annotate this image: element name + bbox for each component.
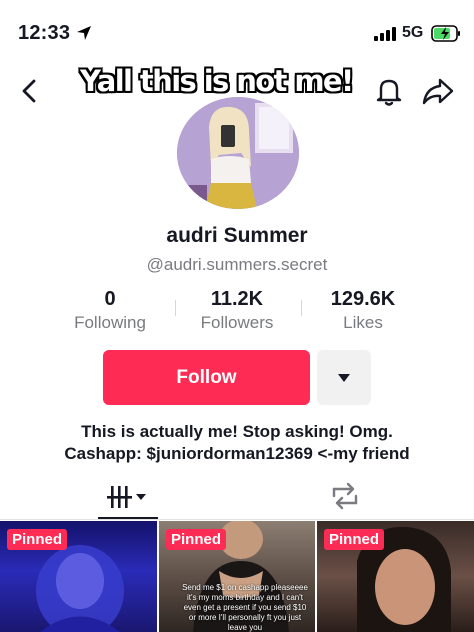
avatar-photo: [177, 97, 299, 209]
network-label: 5G: [402, 24, 424, 41]
more-options-button[interactable]: [317, 350, 371, 405]
location-arrow-icon: [77, 26, 91, 40]
bell-icon[interactable]: [372, 74, 406, 108]
bio-line-2: Cashapp: $juniordorman12369 <-my friend: [64, 444, 410, 463]
cellular-signal-icon: [374, 27, 396, 41]
caret-down-icon: [338, 373, 350, 382]
tabs-divider: [0, 519, 474, 520]
repost-icon[interactable]: [328, 480, 362, 512]
status-bar: 12:33 5G: [0, 0, 474, 64]
tab-videos[interactable]: [98, 476, 158, 518]
stat-value: 0: [104, 288, 116, 310]
video-thumbnail[interactable]: Pinned: [0, 521, 157, 632]
pinned-badge: Pinned: [324, 529, 385, 550]
stat-value: 129.6K: [330, 288, 396, 310]
display-name: audri Summer: [166, 224, 308, 247]
video-thumbnail[interactable]: Pinned Send me $1 on cashapp pleaseeee i…: [159, 521, 315, 632]
stat-divider: [175, 300, 176, 316]
battery-charging-icon: [431, 25, 460, 42]
stat-value: 11.2K: [210, 288, 264, 310]
overlay-caption: Yall this is not me!: [80, 64, 354, 98]
video-thumbnail[interactable]: Pinned: [317, 521, 474, 632]
video-caption: Send me $1 on cashapp pleaseeee it's my …: [182, 583, 308, 632]
follow-button[interactable]: Follow: [103, 350, 310, 405]
bio-line-1: This is actually me! Stop asking! Omg.: [81, 422, 393, 441]
stat-following[interactable]: 0 Following: [50, 288, 170, 333]
back-icon[interactable]: [14, 74, 44, 108]
stat-label: Following: [74, 313, 146, 332]
username: @audri.summers.secret: [146, 255, 328, 274]
share-arrow-icon[interactable]: [420, 74, 456, 108]
stat-label: Followers: [200, 313, 274, 332]
stat-likes[interactable]: 129.6K Likes: [303, 288, 423, 333]
stat-label: Likes: [343, 313, 383, 332]
pinned-badge: Pinned: [166, 529, 227, 550]
pinned-badge: Pinned: [7, 529, 68, 550]
video-grid-icon: [107, 486, 146, 508]
status-time: 12:33: [18, 22, 71, 44]
stat-divider: [301, 300, 302, 316]
stat-followers[interactable]: 11.2K Followers: [177, 288, 297, 333]
avatar[interactable]: [177, 97, 299, 209]
